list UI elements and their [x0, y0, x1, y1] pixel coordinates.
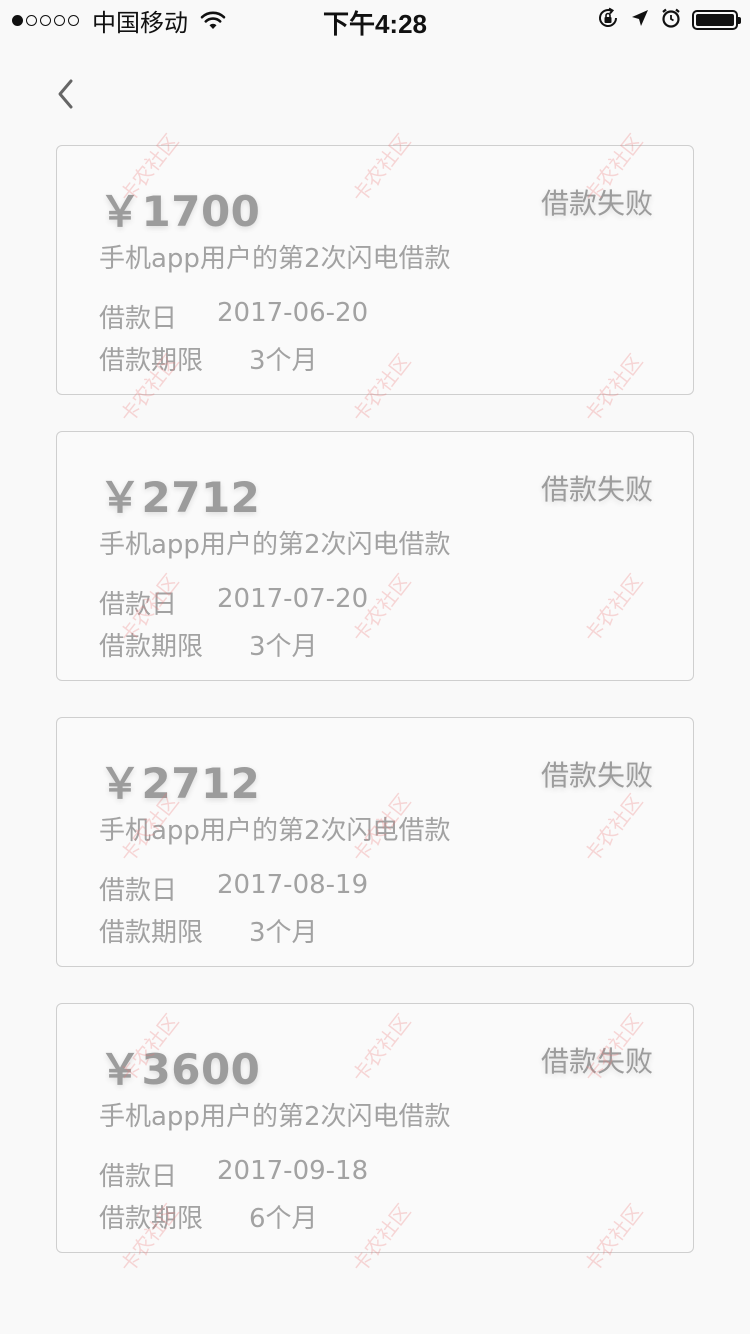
loan-card[interactable]: ￥2712 借款失败 手机app用户的第2次闪电借款 借款日 2017-07-2… [56, 431, 694, 681]
loan-status: 借款失败 [540, 187, 653, 220]
loan-date-value: 2017-09-18 [217, 1156, 369, 1186]
location-icon [630, 8, 650, 33]
loan-term-value: 3个月 [249, 918, 318, 948]
alarm-icon [660, 7, 682, 34]
loan-date-row: 借款日 2017-06-20 [99, 298, 368, 335]
loan-term-value: 3个月 [249, 346, 318, 376]
chevron-left-icon [55, 77, 77, 115]
loan-date-label: 借款日 [99, 876, 178, 906]
loan-status: 借款失败 [540, 1045, 653, 1078]
loan-term-value: 3个月 [249, 632, 318, 662]
loan-amount: ￥1700 [99, 187, 261, 236]
loan-card[interactable]: ￥1700 借款失败 手机app用户的第2次闪电借款 借款日 2017-06-2… [56, 145, 694, 395]
loan-description: 手机app用户的第2次闪电借款 [99, 816, 451, 846]
loan-date-row: 借款日 2017-07-20 [99, 584, 368, 621]
loan-description: 手机app用户的第2次闪电借款 [99, 1102, 451, 1132]
battery-icon [692, 10, 741, 30]
loan-term-row: 借款期限 3个月 [99, 626, 318, 663]
loan-amount: ￥2712 [99, 759, 261, 808]
back-button[interactable] [44, 72, 88, 120]
status-right [586, 6, 741, 35]
loan-date-value: 2017-07-20 [217, 584, 369, 614]
loan-amount: ￥3600 [99, 1045, 261, 1094]
loan-date-row: 借款日 2017-09-18 [99, 1156, 368, 1193]
loan-term-label: 借款期限 [99, 1204, 204, 1234]
loan-description: 手机app用户的第2次闪电借款 [99, 530, 451, 560]
loan-term-row: 借款期限 3个月 [99, 340, 318, 377]
loan-term-label: 借款期限 [99, 918, 204, 948]
loan-term-row: 借款期限 6个月 [99, 1198, 318, 1235]
loan-date-value: 2017-06-20 [217, 298, 369, 328]
loan-status: 借款失败 [540, 473, 653, 506]
loan-list: ￥1700 借款失败 手机app用户的第2次闪电借款 借款日 2017-06-2… [56, 145, 694, 1289]
loan-term-label: 借款期限 [99, 632, 204, 662]
loan-date-value: 2017-08-19 [217, 870, 369, 900]
loan-date-label: 借款日 [99, 590, 178, 620]
loan-term-row: 借款期限 3个月 [99, 912, 318, 949]
loan-amount: ￥2712 [99, 473, 261, 522]
loan-status: 借款失败 [540, 759, 653, 792]
loan-card[interactable]: ￥2712 借款失败 手机app用户的第2次闪电借款 借款日 2017-08-1… [56, 717, 694, 967]
loan-date-row: 借款日 2017-08-19 [99, 870, 368, 907]
status-bar: 中国移动 下午4:28 [0, 0, 750, 40]
loan-term-label: 借款期限 [99, 346, 204, 376]
loan-card[interactable]: ￥3600 借款失败 手机app用户的第2次闪电借款 借款日 2017-09-1… [56, 1003, 694, 1253]
loan-term-value: 6个月 [249, 1204, 318, 1234]
loan-description: 手机app用户的第2次闪电借款 [99, 244, 451, 274]
rotation-lock-icon [596, 6, 620, 35]
loan-date-label: 借款日 [99, 1162, 178, 1192]
loan-date-label: 借款日 [99, 304, 178, 334]
